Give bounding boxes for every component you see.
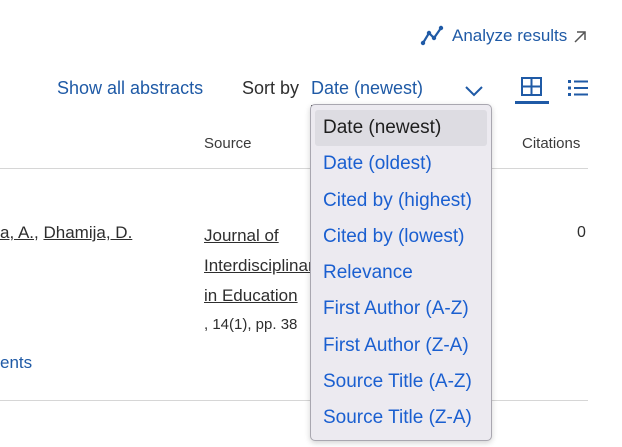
source-title-link[interactable]: Interdisciplinary <box>204 251 314 281</box>
sort-by-select[interactable]: Date (newest) <box>311 75 486 106</box>
author-link[interactable]: Dhamija, D. <box>43 223 132 242</box>
sort-option-source-title-az[interactable]: Source Title (A-Z) <box>315 364 487 400</box>
sort-options-dropdown: Date (newest) Date (oldest) Cited by (hi… <box>310 104 492 441</box>
analyze-results-link[interactable]: Analyze results <box>420 22 587 50</box>
volume-pages: , 14(1), pp. 38 <box>204 316 298 333</box>
sort-option-date-newest[interactable]: Date (newest) <box>315 110 487 147</box>
show-all-abstracts-link[interactable]: Show all abstracts <box>57 78 203 99</box>
table-row: a, A., Dhamija, D. Journal of Interdisci… <box>0 168 588 401</box>
sort-by-value: Date (newest) <box>311 78 424 98</box>
sort-option-first-author-za[interactable]: First Author (Z-A) <box>315 328 487 364</box>
source-title-link[interactable]: in Education <box>204 281 314 311</box>
list-view-icon <box>568 80 588 96</box>
sort-option-cited-highest[interactable]: Cited by (highest) <box>315 183 487 219</box>
source-cell: Journal of Interdisciplinary in Educatio… <box>204 221 314 339</box>
sort-option-date-oldest[interactable]: Date (oldest) <box>315 146 487 182</box>
documents-link[interactable]: ents <box>0 353 32 373</box>
sort-option-source-title-za[interactable]: Source Title (Z-A) <box>315 400 487 436</box>
chevron-down-icon <box>465 86 483 97</box>
sort-option-first-author-az[interactable]: First Author (A-Z) <box>315 291 487 327</box>
sort-by-label: Sort by <box>242 78 300 98</box>
sort-option-relevance[interactable]: Relevance <box>315 255 487 291</box>
results-toolbar: Show all abstracts Sort by Date (newest) <box>0 72 622 106</box>
authors-list: a, A., Dhamija, D. <box>0 223 132 243</box>
results-table-header: Source Citations <box>0 124 588 169</box>
analyze-results-label: Analyze results <box>452 26 568 45</box>
active-view-indicator <box>515 101 549 104</box>
author-link[interactable]: a, A. <box>0 223 34 242</box>
citations-count: 0 <box>577 224 586 241</box>
results-page: Analyze results Show all abstracts Sort … <box>0 0 622 447</box>
source-title-link[interactable]: Journal of <box>204 221 314 251</box>
external-arrow-icon <box>574 31 587 43</box>
list-view-button[interactable] <box>566 76 590 100</box>
line-chart-icon <box>420 25 444 46</box>
grid-view-icon <box>521 77 542 96</box>
column-header-source[interactable]: Source <box>204 135 252 152</box>
column-header-citations[interactable]: Citations <box>522 135 580 152</box>
sort-option-cited-lowest[interactable]: Cited by (lowest) <box>315 219 487 255</box>
grid-view-button[interactable] <box>515 74 549 104</box>
